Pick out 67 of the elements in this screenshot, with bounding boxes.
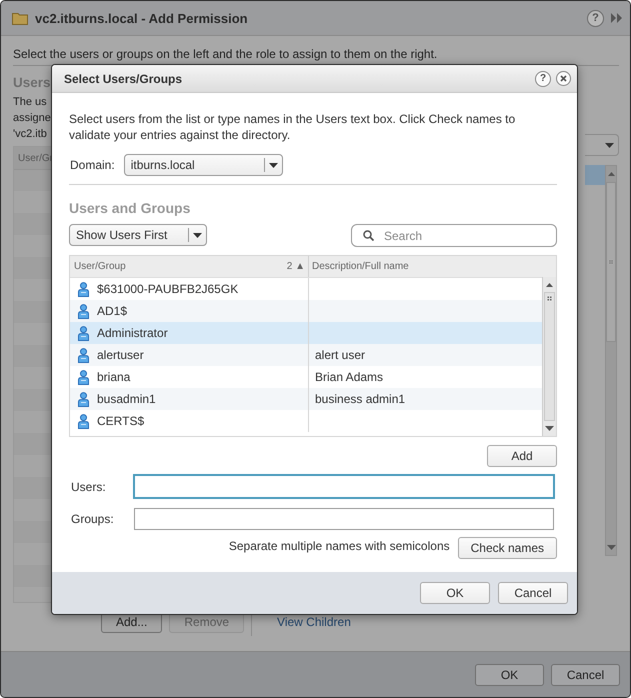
double-arrow-icon[interactable] (611, 13, 622, 23)
table-row[interactable]: Administrator (70, 322, 543, 344)
user-name: alertuser (97, 348, 144, 362)
ok-button[interactable]: OK (420, 582, 490, 604)
groups-label: Groups: (71, 512, 115, 526)
scroll-up-icon[interactable] (546, 282, 553, 287)
user-icon (78, 392, 89, 406)
user-name: $631000-PAUBFB2J65GK (97, 282, 238, 296)
view-children-link[interactable]: View Children (277, 615, 351, 629)
sort-indicator[interactable]: 2 ▲ (286, 261, 305, 272)
search-icon (363, 230, 374, 241)
scroll-up-icon[interactable] (608, 172, 614, 176)
user-icon (78, 370, 89, 384)
hint-text: Separate multiple names with semicolons (228, 538, 450, 552)
table-row[interactable]: busadmin1 business admin1 (70, 388, 543, 410)
user-icon (78, 326, 89, 340)
users-label: Users: (71, 480, 107, 494)
table-row[interactable]: alertuser alert user (70, 344, 543, 366)
scrollbar[interactable] (542, 277, 556, 436)
help-icon[interactable]: ? (535, 70, 551, 86)
user-name: briana (97, 370, 130, 384)
intro-text: Select users from the list or type names in the Users text box. Click Check names to validate your entries against the directory. (69, 111, 516, 143)
description-text: The us (13, 95, 47, 110)
domain-dropdown[interactable]: itburns.local (124, 154, 283, 176)
users-field[interactable] (133, 474, 555, 499)
search-field[interactable]: Search (351, 224, 557, 247)
scroll-down-icon (545, 426, 554, 431)
user-icon (78, 414, 89, 428)
user-description: business admin1 (315, 392, 406, 406)
table-row[interactable]: CERTS$ (70, 410, 543, 432)
user-name: busadmin1 (97, 392, 156, 406)
user-name: CERTS$ (97, 414, 144, 428)
description-text: 'vc2.itb (13, 127, 47, 142)
column-header[interactable]: User/Group (74, 261, 126, 272)
domain-label: Domain: (70, 158, 115, 172)
user-icon (78, 304, 89, 318)
caret-icon (193, 232, 202, 238)
sort-dropdown[interactable]: Show Users First (69, 224, 207, 246)
user-name: Administrator (97, 326, 168, 340)
section-heading: Users (13, 74, 51, 92)
section-heading: Users and Groups (69, 200, 192, 216)
user-icon (78, 282, 89, 296)
user-icon (78, 348, 89, 362)
column-header: User/Gr (18, 152, 54, 164)
check-names-button[interactable]: Check names (458, 537, 557, 559)
dialog-title: Select Users/Groups (64, 72, 184, 86)
folder-icon (12, 12, 28, 24)
user-name: AD1$ (97, 304, 128, 318)
caret-icon (268, 162, 278, 168)
groups-field[interactable] (134, 508, 554, 530)
scrollbar[interactable] (605, 165, 617, 556)
cancel-button[interactable]: Cancel (551, 664, 620, 686)
dropdown[interactable] (585, 134, 619, 156)
scroll-down-icon (606, 544, 616, 550)
user-description: alert user (315, 348, 366, 362)
column-header[interactable]: Description/Full name (312, 261, 409, 272)
description-text: assigne (13, 111, 51, 126)
user-description: Brian Adams (315, 370, 384, 384)
add-button[interactable]: Add (487, 445, 557, 467)
ok-button[interactable]: OK (475, 664, 544, 686)
caret-icon (605, 142, 614, 148)
cancel-button[interactable]: Cancel (498, 582, 568, 604)
help-icon[interactable]: ? (587, 10, 604, 26)
instruction-text: Select the users or groups on the left and the role to assign to them on the right. (13, 47, 438, 61)
window-title: vc2.itburns.local - Add Permission (35, 10, 249, 26)
table-row[interactable]: AD1$ (70, 300, 543, 322)
close-icon[interactable] (556, 71, 571, 86)
